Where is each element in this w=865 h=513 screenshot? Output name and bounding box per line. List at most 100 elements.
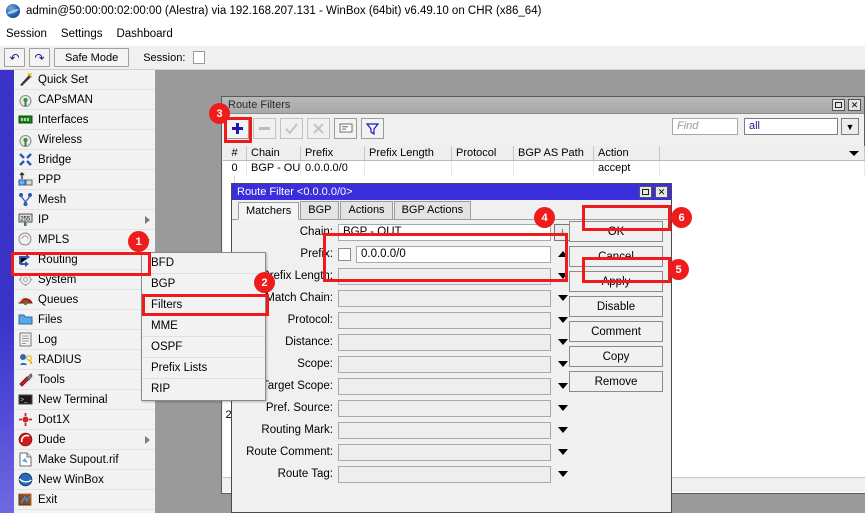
route-filters-enable-button[interactable] (280, 118, 303, 139)
sidebar-item-queues[interactable]: Queues (14, 290, 155, 310)
exit-icon (18, 492, 33, 507)
safe-mode-button[interactable]: Safe Mode (54, 48, 129, 67)
sidebar-item-exit[interactable]: Exit (14, 490, 155, 510)
input-protocol[interactable] (338, 312, 551, 329)
route-filters-filter-select[interactable]: all (744, 118, 838, 135)
sidebar-item-make-supout-rif[interactable]: Make Supout.rif (14, 450, 155, 470)
sidebar-item-ppp[interactable]: PPP (14, 170, 155, 190)
route-filters-disable-button[interactable] (307, 118, 330, 139)
caret-down-icon[interactable] (554, 466, 571, 483)
maximize-icon[interactable] (639, 186, 652, 198)
column-header-[interactable]: # (223, 146, 247, 160)
dialog-copy-button[interactable]: Copy (569, 346, 663, 367)
sidebar-item-quick-set[interactable]: Quick Set (14, 70, 155, 90)
submenu-item-rip[interactable]: RIP (142, 379, 265, 400)
column-header-chain[interactable]: Chain (247, 146, 301, 160)
checkbox-prefix[interactable] (338, 248, 351, 261)
window-titlebar: admin@50:00:00:02:00:00 (Alestra) via 19… (0, 0, 865, 22)
sidebar-item-capsman[interactable]: CAPsMAN (14, 90, 155, 110)
close-icon[interactable]: ✕ (655, 186, 668, 198)
dialog-apply-button[interactable]: Apply (569, 271, 663, 292)
sidebar-item-files[interactable]: Files (14, 310, 155, 330)
column-header-bgp-as-path[interactable]: BGP AS Path (514, 146, 594, 160)
sidebar-item-new-winbox[interactable]: New WinBox (14, 470, 155, 490)
menu-session[interactable]: Session (6, 28, 47, 40)
route-filters-remove-button[interactable] (253, 118, 276, 139)
sidebar-item-radius[interactable]: RADIUS (14, 350, 155, 370)
submenu-item-mme[interactable]: MME (142, 316, 265, 337)
input-target-scope[interactable] (338, 378, 551, 395)
sidebar-item-dude[interactable]: Dude (14, 430, 155, 450)
column-header-protocol[interactable]: Protocol (452, 146, 514, 160)
exit-icon (18, 492, 33, 507)
input-scope[interactable] (338, 356, 551, 373)
input-route-comment[interactable] (338, 444, 551, 461)
column-header-prefix[interactable]: Prefix (301, 146, 365, 160)
column-header-action[interactable]: Action (594, 146, 660, 160)
menu-settings[interactable]: Settings (61, 28, 103, 40)
sidebar-item-interfaces[interactable]: Interfaces (14, 110, 155, 130)
column-header-prefix-length[interactable]: Prefix Length (365, 146, 452, 160)
sidebar-item-dot1x[interactable]: Dot1X (14, 410, 155, 430)
ppp-icon (18, 172, 33, 187)
sidebar-item-routing[interactable]: Routing (14, 250, 155, 270)
tab-matchers[interactable]: Matchers (238, 202, 299, 220)
antenna-icon (18, 132, 33, 147)
session-input[interactable] (193, 51, 205, 64)
sidebar-item-label: PPP (38, 174, 61, 186)
sidebar-item-bridge[interactable]: Bridge (14, 150, 155, 170)
sidebar-item-log[interactable]: Log (14, 330, 155, 350)
chevron-down-icon[interactable]: ▼ (841, 118, 859, 135)
route-filters-add-button[interactable] (226, 118, 249, 139)
dialog-title: Route Filter <0.0.0.0/0> (237, 186, 353, 198)
caret-down-icon[interactable] (554, 444, 571, 461)
dialog-cancel-button[interactable]: Cancel (569, 246, 663, 267)
input-routing-mark[interactable] (338, 422, 551, 439)
tab-actions[interactable]: Actions (340, 201, 392, 219)
folder-icon (18, 312, 33, 327)
route-filters-filter-button[interactable] (361, 118, 384, 139)
chevron-down-icon[interactable] (849, 151, 859, 156)
redo-arrow-icon[interactable]: ↷ (29, 48, 50, 67)
route-filters-find-input[interactable]: Find (672, 118, 738, 135)
input-pref-source[interactable] (338, 400, 551, 417)
sidebar-item-ip[interactable]: 255IP (14, 210, 155, 230)
dialog-ok-button[interactable]: OK (569, 221, 663, 242)
log-icon (18, 332, 33, 347)
submenu-item-bfd[interactable]: BFD (142, 253, 265, 274)
dialog-comment-button[interactable]: Comment (569, 321, 663, 342)
sidebar-item-mesh[interactable]: Mesh (14, 190, 155, 210)
sidebar-item-system[interactable]: System (14, 270, 155, 290)
queues-icon (18, 292, 33, 307)
sidebar-item-wireless[interactable]: Wireless (14, 130, 155, 150)
caret-down-icon[interactable] (554, 400, 571, 417)
sidebar-item-label: Dude (38, 434, 66, 446)
tab-bgp-actions[interactable]: BGP Actions (394, 201, 472, 219)
close-icon[interactable]: ✕ (848, 99, 861, 111)
undo-arrow-icon[interactable]: ↶ (4, 48, 25, 67)
submenu-item-ospf[interactable]: OSPF (142, 337, 265, 358)
caret-down-icon (558, 471, 568, 477)
dialog-disable-button[interactable]: Disable (569, 296, 663, 317)
table-row[interactable]: 0BGP - OUT0.0.0.0/0accept (223, 161, 865, 176)
badge-4: 4 (534, 207, 555, 228)
input-match-chain[interactable] (338, 290, 551, 307)
maximize-icon[interactable] (832, 99, 845, 111)
input-chain[interactable]: BGP - OUT (338, 224, 551, 241)
submenu-item-prefix-lists[interactable]: Prefix Lists (142, 358, 265, 379)
input-distance[interactable] (338, 334, 551, 351)
submenu-item-filters[interactable]: Filters (142, 295, 265, 316)
sidebar-item-tools[interactable]: Tools (14, 370, 155, 390)
menu-dashboard[interactable]: Dashboard (116, 28, 172, 40)
dude-icon (18, 432, 33, 447)
caret-down-icon[interactable] (554, 422, 571, 439)
input-route-tag[interactable] (338, 466, 551, 483)
dialog-remove-button[interactable]: Remove (569, 371, 663, 392)
column-header-menu[interactable] (660, 146, 865, 160)
submenu-item-bgp[interactable]: BGP (142, 274, 265, 295)
route-filters-comment-button[interactable] (334, 118, 357, 139)
input-prefix-length[interactable] (338, 268, 551, 285)
sidebar-item-new-terminal[interactable]: >_New Terminal (14, 390, 155, 410)
input-prefix[interactable]: 0.0.0.0/0 (356, 246, 551, 263)
tab-bgp[interactable]: BGP (300, 201, 339, 219)
